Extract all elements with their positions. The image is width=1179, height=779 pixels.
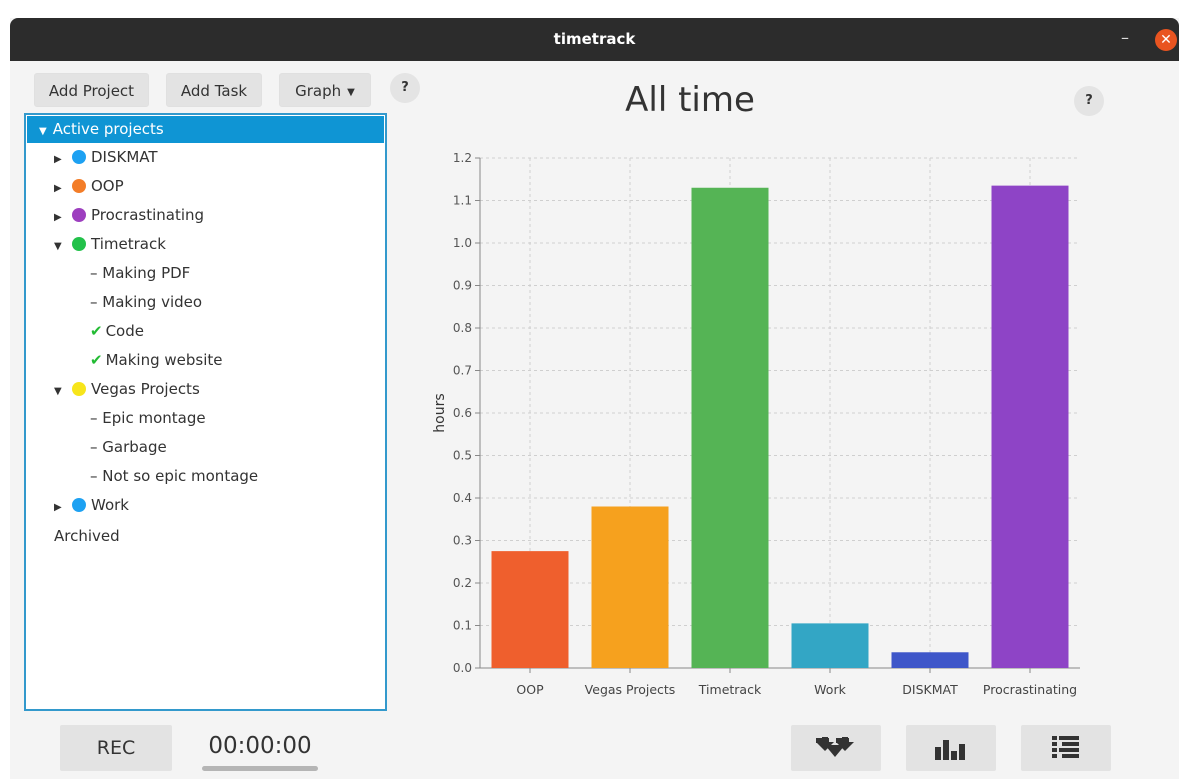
bar-chart-view-button[interactable] bbox=[906, 725, 996, 771]
expanded-arrow-icon[interactable]: ▼ bbox=[54, 234, 72, 260]
tree-item-label: Vegas Projects bbox=[91, 380, 200, 398]
tree-item-label: Garbage bbox=[102, 438, 167, 456]
checkmark-icon: ✔ bbox=[90, 322, 103, 340]
tree-project-oop[interactable]: ▶ OOP bbox=[54, 173, 124, 199]
y-tick-label: 0.7 bbox=[453, 364, 472, 378]
double-down-arrow-icon bbox=[816, 737, 854, 757]
x-tick-label: Timetrack bbox=[698, 682, 762, 697]
chart-help-button[interactable]: ? bbox=[1074, 86, 1104, 116]
title-bar: timetrack – ✕ bbox=[10, 18, 1179, 61]
tree-project-procrastinating[interactable]: ▶ Procrastinating bbox=[54, 202, 204, 228]
tree-item-label: Epic montage bbox=[102, 409, 206, 427]
timer-progress-bar bbox=[202, 766, 318, 771]
bar-timetrack[interactable] bbox=[691, 187, 769, 668]
tree-item-label: Making video bbox=[102, 293, 203, 311]
tree-project-work[interactable]: ▶ Work bbox=[54, 492, 129, 518]
tree-item-label: DISKMAT bbox=[91, 148, 158, 166]
tree-item-label: Timetrack bbox=[91, 235, 166, 253]
minimize-button[interactable]: – bbox=[1115, 28, 1135, 48]
bar-vegas-projects[interactable] bbox=[591, 506, 669, 669]
x-tick-label: Work bbox=[814, 682, 846, 697]
bar-diskmat[interactable] bbox=[891, 652, 969, 668]
tree-item-label: Code bbox=[105, 322, 144, 340]
tree-item-label: Making website bbox=[105, 351, 223, 369]
add-project-button[interactable]: Add Project bbox=[34, 73, 149, 107]
collapsed-arrow-icon[interactable]: ▶ bbox=[54, 495, 72, 521]
y-tick-label: 1.0 bbox=[453, 236, 472, 250]
x-tick-label: Vegas Projects bbox=[585, 682, 676, 697]
tree-item-archived[interactable]: Archived bbox=[54, 523, 120, 549]
add-task-button[interactable]: Add Task bbox=[166, 73, 262, 107]
graph-dropdown-label: Graph bbox=[295, 82, 342, 100]
y-tick-label: 0.4 bbox=[453, 491, 472, 505]
project-tree[interactable]: ▼ Active projects ▶ DISKMAT ▶ OOP ▶ Procrastin… bbox=[24, 113, 387, 711]
tree-item-label: Work bbox=[91, 496, 129, 514]
project-color-dot-icon bbox=[72, 150, 86, 164]
bar-procrastinating[interactable] bbox=[991, 185, 1069, 668]
y-tick-label: 0.3 bbox=[453, 534, 472, 548]
bar-chart: 0.0 0.1 0.2 0.3 0.4 0.5 0.6 0.7 0.8 0.9 1.0 1.1 1.2 O… bbox=[432, 151, 1080, 697]
import-tool-button[interactable] bbox=[791, 725, 881, 771]
dash-icon: – bbox=[90, 293, 103, 311]
dash-icon: – bbox=[90, 467, 103, 485]
x-tick-label: Procrastinating bbox=[983, 682, 1077, 697]
tree-project-timetrack[interactable]: ▼ Timetrack bbox=[54, 231, 166, 257]
tree-item-label: Not so epic montage bbox=[102, 467, 259, 485]
list-icon bbox=[1052, 736, 1079, 758]
project-color-dot-icon bbox=[72, 382, 86, 396]
close-button[interactable]: ✕ bbox=[1155, 29, 1177, 51]
tree-item-label: Making PDF bbox=[102, 264, 191, 282]
tree-task[interactable]: – Garbage bbox=[90, 434, 167, 460]
project-color-dot-icon bbox=[72, 498, 86, 512]
tree-item-label: Procrastinating bbox=[91, 206, 205, 224]
y-tick-label: 0.2 bbox=[453, 576, 472, 590]
app-window: timetrack – ✕ Add Project Add Task Graph… bbox=[10, 18, 1179, 779]
tree-task[interactable]: ✔ Making website bbox=[90, 347, 222, 373]
list-view-button[interactable] bbox=[1021, 725, 1111, 771]
tree-header-active-projects[interactable]: ▼ Active projects bbox=[27, 116, 384, 143]
tree-help-button[interactable]: ? bbox=[390, 73, 420, 103]
tree-header-label: Active projects bbox=[52, 120, 164, 138]
project-color-dot-icon bbox=[72, 179, 86, 193]
x-tick-label: OOP bbox=[516, 682, 544, 697]
expanded-arrow-icon[interactable]: ▼ bbox=[54, 379, 72, 405]
project-color-dot-icon bbox=[72, 237, 86, 251]
tree-project-vegas-projects[interactable]: ▼ Vegas Projects bbox=[54, 376, 200, 402]
chart-title: All time bbox=[625, 80, 755, 120]
chevron-down-icon: ▼ bbox=[347, 87, 355, 98]
tree-project-diskmat[interactable]: ▶ DISKMAT bbox=[54, 144, 158, 170]
tree-task[interactable]: – Epic montage bbox=[90, 405, 206, 431]
expanded-arrow-icon: ▼ bbox=[39, 126, 47, 137]
dash-icon: – bbox=[90, 438, 103, 456]
y-tick-label: 1.1 bbox=[453, 194, 472, 208]
y-tick-label: 0.1 bbox=[453, 619, 472, 633]
window-title: timetrack bbox=[553, 30, 636, 48]
y-tick-label: 0.6 bbox=[453, 406, 472, 420]
checkmark-icon: ✔ bbox=[90, 351, 103, 369]
x-tick-label: DISKMAT bbox=[902, 682, 958, 697]
tree-task[interactable]: – Making PDF bbox=[90, 260, 190, 286]
y-tick-label: 0.5 bbox=[453, 449, 472, 463]
dash-icon: – bbox=[90, 264, 103, 282]
rec-button[interactable]: REC bbox=[60, 725, 172, 771]
graph-dropdown[interactable]: Graph ▼ bbox=[279, 73, 371, 107]
tree-task[interactable]: – Not so epic montage bbox=[90, 463, 258, 489]
collapsed-arrow-icon[interactable]: ▶ bbox=[54, 205, 72, 231]
y-tick-label: 0.0 bbox=[453, 661, 472, 675]
bar-oop[interactable] bbox=[491, 551, 569, 668]
y-tick-label: 0.8 bbox=[453, 321, 472, 335]
tree-item-label: OOP bbox=[91, 177, 124, 195]
bar-work[interactable] bbox=[791, 623, 869, 668]
collapsed-arrow-icon[interactable]: ▶ bbox=[54, 147, 72, 173]
y-tick-label: 0.9 bbox=[453, 279, 472, 293]
bar-chart-icon bbox=[935, 740, 965, 760]
dash-icon: – bbox=[90, 409, 103, 427]
project-color-dot-icon bbox=[72, 208, 86, 222]
timer-display: 00:00:00 bbox=[208, 733, 312, 759]
tree-task[interactable]: – Making video bbox=[90, 289, 202, 315]
collapsed-arrow-icon[interactable]: ▶ bbox=[54, 176, 72, 202]
y-axis-label: hours bbox=[432, 393, 448, 432]
y-tick-label: 1.2 bbox=[453, 151, 472, 165]
tree-task[interactable]: ✔ Code bbox=[90, 318, 144, 344]
